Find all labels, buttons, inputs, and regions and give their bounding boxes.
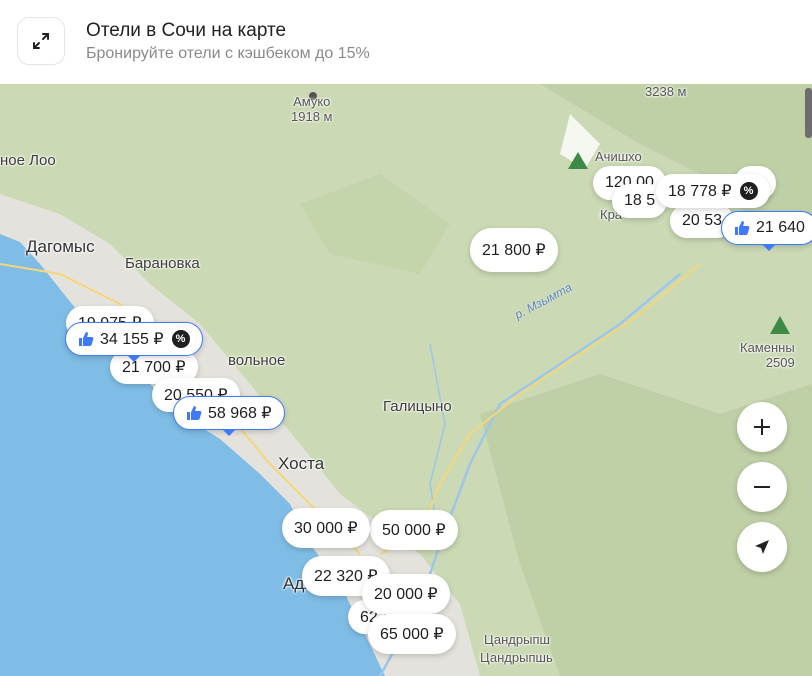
place-galitsyno: Галицыно	[383, 398, 452, 415]
percent-badge-icon: %	[739, 182, 758, 200]
place-volnoe: вольное	[228, 352, 286, 369]
scrollbar[interactable]	[805, 88, 812, 138]
location-arrow-icon	[755, 540, 769, 554]
expand-icon	[33, 33, 49, 49]
percent-badge-icon: %	[171, 330, 190, 348]
map-title: Отели в Сочи на карте	[86, 20, 287, 41]
hotel-price-pin[interactable]: 50 000 ₽	[370, 510, 458, 550]
place-achishkho: Ачишхо	[595, 149, 642, 164]
hotel-price-pin[interactable]: 30 000 ₽	[282, 508, 370, 548]
place-tsandrypsh: Цандрыпш	[484, 632, 550, 647]
place-amuko: Амуко 1918 м	[291, 94, 333, 124]
plus-icon	[754, 419, 770, 435]
thumbs-up-icon	[735, 221, 750, 235]
place-peak-altitude: 3238 м	[645, 84, 687, 99]
place-dagomys: Дагомыс	[26, 237, 95, 256]
hotel-price-pin[interactable]: 65 000 ₽	[368, 614, 456, 654]
map-header: Отели в Сочи на карте Бронируйте отели с…	[0, 0, 812, 84]
hotel-price-pin-promo[interactable]: 58 968 ₽	[173, 396, 285, 436]
minus-icon	[754, 486, 770, 488]
hotel-price-pin[interactable]: 18 778 ₽%	[656, 174, 770, 208]
expand-map-button[interactable]	[17, 17, 65, 65]
thumbs-up-icon	[79, 332, 94, 346]
hotel-price-pin[interactable]: 21 800 ₽	[470, 228, 558, 272]
place-noe-loo: ное Лоо	[0, 152, 56, 169]
map-subtitle: Бронируйте отели с кэшбеком до 15%	[86, 45, 370, 62]
thumbs-up-icon	[187, 406, 202, 420]
place-tsandrypsh-alt: Цандрыпшь	[480, 650, 553, 665]
zoom-in-button[interactable]	[737, 402, 787, 452]
hotel-price-pin[interactable]: 20 000 ₽	[362, 574, 450, 614]
my-location-button[interactable]	[737, 522, 787, 572]
hotel-price-pin-promo[interactable]: 34 155 ₽%	[65, 322, 203, 362]
place-khosta: Хоста	[278, 454, 325, 473]
place-kamennyi: Каменны 2509	[740, 340, 795, 370]
zoom-out-button[interactable]	[737, 462, 787, 512]
hotel-map[interactable]: Амуко 1918 м 3238 м ное Лоо Дагомыс Баран…	[0, 84, 812, 676]
place-baranovka: Барановка	[125, 255, 200, 272]
hotel-price-pin-promo[interactable]: 21 640	[721, 211, 812, 251]
